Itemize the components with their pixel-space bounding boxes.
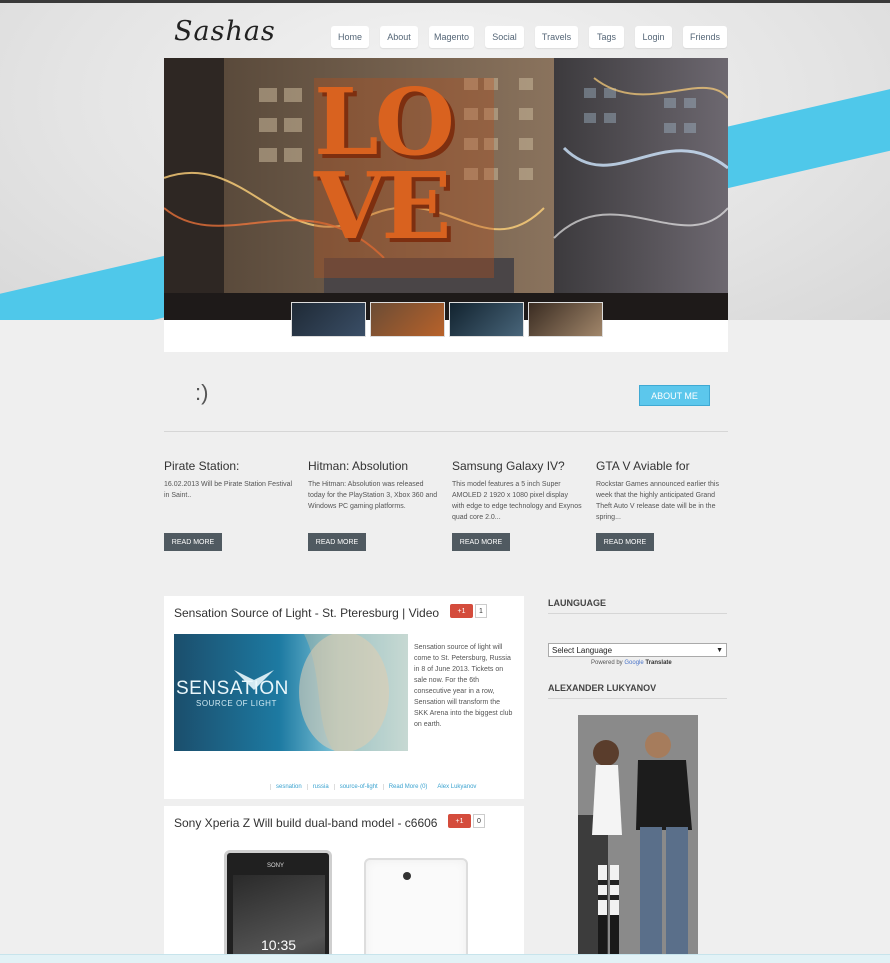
section-divider: [164, 431, 728, 432]
post-tags: sesnation russia source-of-light Read Mo…: [270, 784, 481, 790]
read-more-button[interactable]: READ MORE: [596, 533, 654, 551]
chevron-down-icon: ▼: [716, 646, 723, 654]
tag-link[interactable]: source-of-light: [333, 784, 383, 790]
read-more-button[interactable]: READ MORE: [164, 533, 222, 551]
teaser-title[interactable]: Samsung Galaxy IV?: [452, 459, 582, 473]
language-select-value: Select Language: [552, 645, 613, 655]
sensation-logo-text: SENSATION: [176, 678, 289, 699]
smile-text: :): [195, 380, 209, 405]
google-plus-widget: +1 1: [450, 604, 487, 618]
sidebar-divider: [548, 698, 727, 699]
powered-by-text: Powered by: [591, 660, 623, 666]
teaser-title[interactable]: Hitman: Absolution: [308, 459, 438, 473]
google-plus-button[interactable]: +1: [448, 814, 471, 828]
nav-home[interactable]: Home: [331, 26, 369, 48]
phone-brand-text: SONY: [267, 863, 285, 869]
post-excerpt: Sensation source of light will come to S…: [414, 644, 513, 728]
gplus-count: 0: [473, 814, 485, 828]
decor-stripe-right: [700, 74, 890, 192]
author-link[interactable]: Alex Lukyanov: [432, 784, 481, 790]
phone-clock: 10:35: [261, 937, 297, 953]
sidebar-divider: [548, 613, 727, 614]
teaser-text: 16.02.2013 Will be Pirate Station Festiv…: [164, 481, 293, 499]
page-bottom-bar: [0, 954, 890, 963]
post-sensation: Sensation Source of Light - St. Pteresbu…: [164, 596, 524, 799]
slider-thumb-3[interactable]: [449, 302, 524, 337]
nav-social[interactable]: Social: [485, 26, 524, 48]
teaser-hitman: Hitman: Absolution The Hitman: Absolutio…: [308, 459, 438, 512]
post-sony-xperia: Sony Xperia Z Will build dual-band model…: [164, 806, 524, 956]
teaser-samsung: Samsung Galaxy IV? This model features a…: [452, 459, 582, 523]
gplus-label: +1: [455, 817, 464, 825]
read-more-button[interactable]: READ MORE: [308, 533, 366, 551]
gplus-count: 1: [475, 604, 487, 618]
hero-image: LOVE: [164, 58, 728, 320]
about-me-button[interactable]: ABOUT ME: [639, 385, 710, 406]
slider-thumbnails: [291, 302, 603, 337]
author-photo[interactable]: [578, 715, 698, 955]
main-nav: Home About Magento Social Travels Tags L…: [331, 26, 727, 48]
camera-lens-icon: [403, 872, 411, 880]
nav-travels[interactable]: Travels: [535, 26, 578, 48]
translate-link[interactable]: Translate: [645, 660, 671, 666]
phone-screen: 10:35: [233, 875, 325, 956]
tag-link[interactable]: sesnation: [270, 784, 307, 790]
read-more-button[interactable]: READ MORE: [452, 533, 510, 551]
sensation-subtitle: SOURCE OF LIGHT: [196, 699, 277, 708]
slider-thumb-1[interactable]: [291, 302, 366, 337]
author-photo-graphic: [578, 715, 698, 955]
post-title[interactable]: Sensation Source of Light - St. Pteresbu…: [174, 606, 439, 620]
teaser-gta: GTA V Aviable for Rockstar Games announc…: [596, 459, 726, 523]
nav-about[interactable]: About: [380, 26, 418, 48]
sensation-image[interactable]: SENSATION SOURCE OF LIGHT: [174, 634, 408, 751]
love-sculpture-text: LOVE: [314, 68, 455, 260]
teaser-title[interactable]: Pirate Station:: [164, 459, 294, 473]
teaser-text: The Hitman: Absolution was released toda…: [308, 481, 438, 510]
nav-login[interactable]: Login: [635, 26, 672, 48]
google-plus-button[interactable]: +1: [450, 604, 473, 618]
slider-thumb-2[interactable]: [370, 302, 445, 337]
read-more-link[interactable]: Read More (0): [382, 784, 433, 790]
post-title[interactable]: Sony Xperia Z Will build dual-band model…: [174, 816, 437, 830]
author-heading: ALEXANDER LUKYANOV: [548, 683, 657, 693]
google-plus-widget: +1 0: [448, 814, 485, 828]
phone-black: SONY 10:35: [224, 850, 332, 956]
language-heading: LAUNGUAGE: [548, 598, 606, 608]
google-logo: Google: [624, 660, 644, 666]
teaser-pirate-station: Pirate Station: 16.02.2013 Will be Pirat…: [164, 459, 294, 501]
nav-friends[interactable]: Friends: [683, 26, 727, 48]
phone-white: [364, 858, 468, 956]
teaser-title[interactable]: GTA V Aviable for: [596, 459, 726, 473]
nav-tags[interactable]: Tags: [589, 26, 624, 48]
nav-magento[interactable]: Magento: [429, 26, 474, 48]
language-select[interactable]: Select Language ▼: [548, 643, 727, 657]
xperia-phones-image[interactable]: SONY 10:35: [224, 850, 474, 956]
site-logo[interactable]: Sashas: [174, 16, 276, 47]
gplus-label: +1: [457, 607, 466, 615]
slider-thumb-4[interactable]: [528, 302, 603, 337]
hero-slider[interactable]: LOVE: [164, 58, 728, 352]
powered-by-translate: Powered by Google Translate: [591, 660, 672, 666]
teaser-text: Rockstar Games announced earlier this we…: [596, 481, 719, 521]
teaser-text: This model features a 5 inch Super AMOLE…: [452, 481, 582, 521]
tag-link[interactable]: russia: [306, 784, 334, 790]
